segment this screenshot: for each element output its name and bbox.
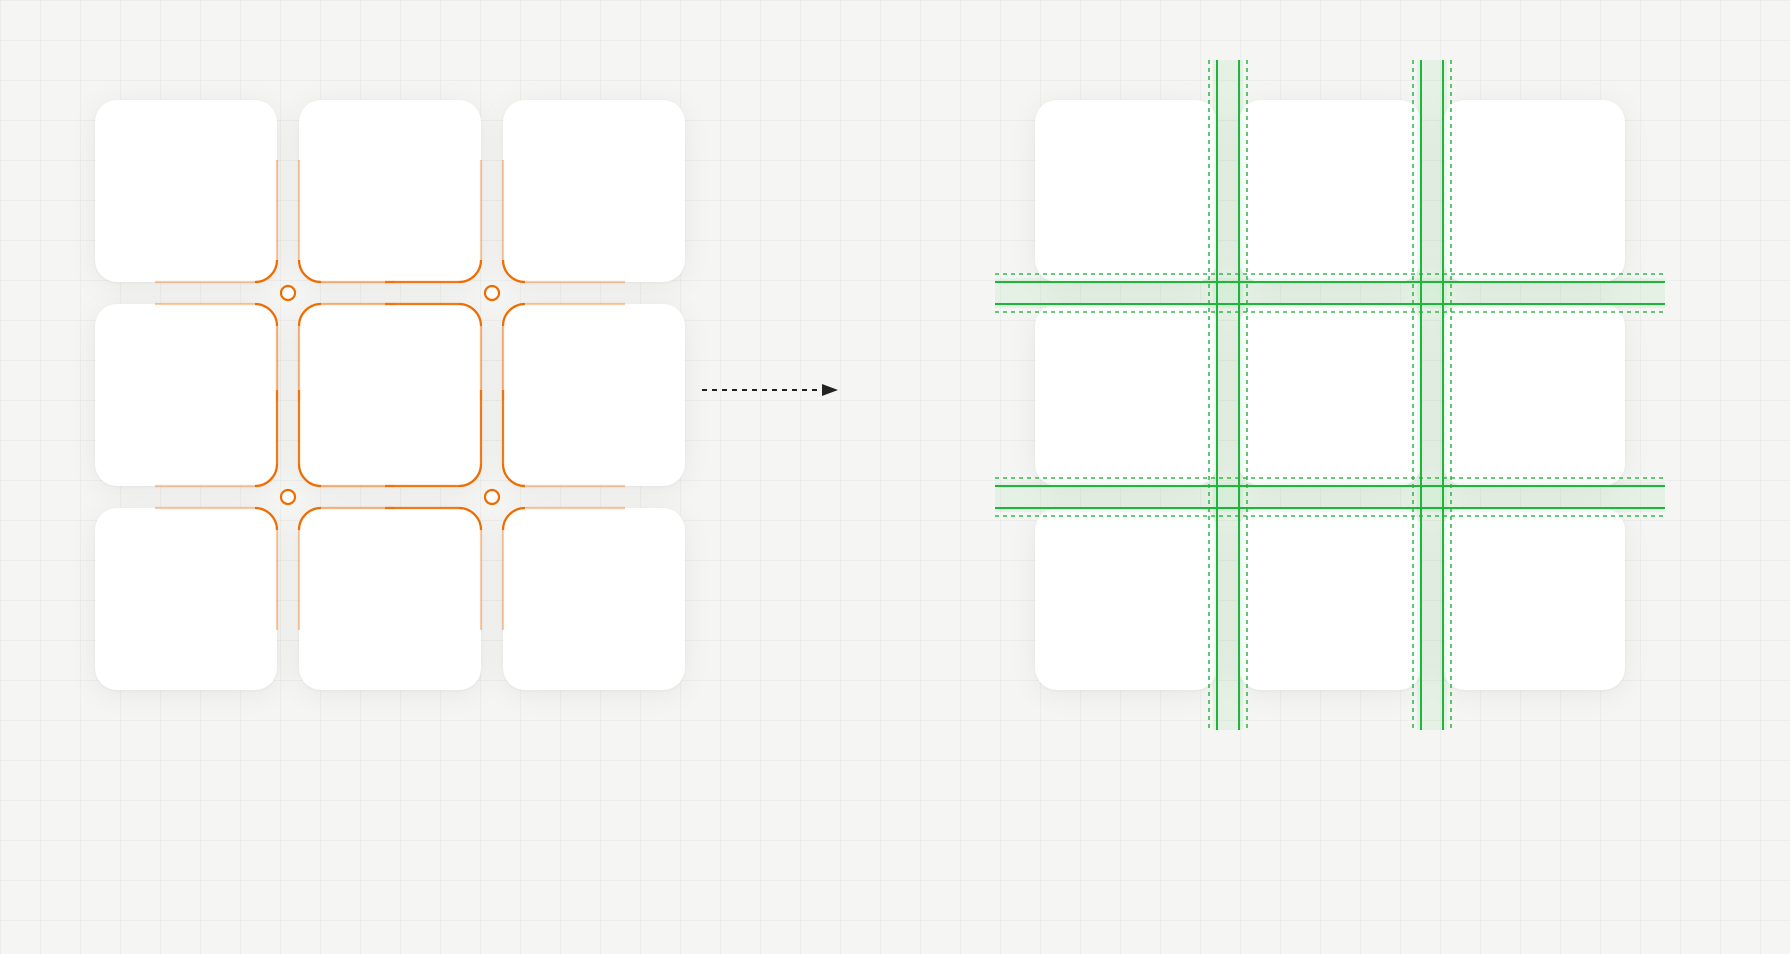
- grid-cell: [1443, 508, 1625, 690]
- grid-after: [1035, 100, 1625, 690]
- grid-cell: [95, 508, 277, 690]
- grid-cell: [1239, 508, 1421, 690]
- grid-cell: [1443, 100, 1625, 282]
- grid-cell: [1239, 304, 1421, 486]
- diagram-stage: [0, 0, 1790, 954]
- grid-cell: [503, 304, 685, 486]
- grid-cell: [299, 100, 481, 282]
- grid-cell: [299, 304, 481, 486]
- grid-cell: [1443, 304, 1625, 486]
- grid-cell: [299, 508, 481, 690]
- grid-cell: [503, 508, 685, 690]
- grid-after-cells: [1035, 100, 1625, 690]
- grid-cell: [1035, 508, 1217, 690]
- grid-cell: [95, 100, 277, 282]
- arrow-icon: [700, 380, 840, 400]
- grid-cell: [1239, 100, 1421, 282]
- grid-before: [95, 100, 685, 690]
- grid-cell: [1035, 100, 1217, 282]
- grid-cell: [503, 100, 685, 282]
- grid-before-cells: [95, 100, 685, 690]
- grid-cell: [1035, 304, 1217, 486]
- grid-cell: [95, 304, 277, 486]
